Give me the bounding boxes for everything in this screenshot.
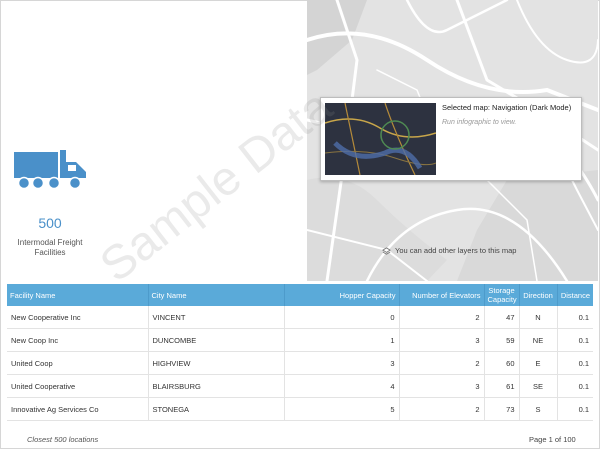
- distance-cell: 0.1: [557, 328, 593, 352]
- elevators-cell: 2: [399, 351, 485, 375]
- hopper-capacity-cell: 0: [284, 306, 400, 329]
- elevators-cell: 3: [399, 328, 485, 352]
- direction-cell: E: [519, 351, 558, 375]
- direction-cell: S: [519, 397, 558, 421]
- facility-name-cell: New Cooperative Inc: [7, 306, 149, 329]
- elevators-cell: 3: [399, 374, 485, 398]
- table-row[interactable]: New Cooperative Inc VINCENT 0 2 47 N 0.1: [7, 306, 593, 329]
- table-header: Facility Name City Name Hopper Capacity …: [7, 284, 593, 306]
- direction-cell: SE: [519, 374, 558, 398]
- column-header[interactable]: Hopper Capacity: [284, 284, 400, 306]
- distance-cell: 0.1: [557, 397, 593, 421]
- hopper-capacity-cell: 3: [284, 351, 400, 375]
- city-name-cell: BLAIRSBURG: [148, 374, 285, 398]
- storage-capacity-cell: 61: [484, 374, 520, 398]
- elevators-cell: 2: [399, 306, 485, 329]
- storage-capacity-cell: 59: [484, 328, 520, 352]
- table-row[interactable]: Innovative Ag Services Co STONEGA 5 2 73…: [7, 397, 593, 421]
- table-row[interactable]: United Coop HIGHVIEW 3 2 60 E 0.1: [7, 351, 593, 375]
- layers-icon: [382, 246, 391, 255]
- column-header[interactable]: City Name: [148, 284, 285, 306]
- layers-hint-text: You can add other layers to this map: [395, 246, 517, 255]
- storage-capacity-cell: 73: [484, 397, 520, 421]
- facility-name-cell: United Coop: [7, 351, 149, 375]
- kpi-value: 500: [38, 215, 62, 231]
- truck-icon: [14, 150, 86, 190]
- column-header[interactable]: Facility Name: [7, 284, 149, 306]
- storage-capacity-cell: 47: [484, 306, 520, 329]
- distance-cell: 0.1: [557, 306, 593, 329]
- facilities-table: Facility Name City Name Hopper Capacity …: [7, 284, 593, 421]
- storage-capacity-cell: 60: [484, 351, 520, 375]
- map-popup: Selected map: Navigation (Dark Mode) Run…: [320, 97, 582, 181]
- city-name-cell: DUNCOMBE: [148, 328, 285, 352]
- hopper-capacity-cell: 1: [284, 328, 400, 352]
- table-row[interactable]: United Cooperative BLAIRSBURG 4 3 61 SE …: [7, 374, 593, 398]
- facility-name-cell: New Coop Inc: [7, 328, 149, 352]
- city-name-cell: STONEGA: [148, 397, 285, 421]
- city-name-cell: HIGHVIEW: [148, 351, 285, 375]
- pagination-label[interactable]: Page 1 of 100: [529, 435, 576, 444]
- distance-cell: 0.1: [557, 351, 593, 375]
- city-name-cell: VINCENT: [148, 306, 285, 329]
- column-header[interactable]: Direction: [519, 284, 558, 306]
- popup-title: Selected map: Navigation (Dark Mode): [442, 103, 572, 112]
- direction-cell: NE: [519, 328, 558, 352]
- direction-cell: N: [519, 306, 558, 329]
- facility-name-cell: Innovative Ag Services Co: [7, 397, 149, 421]
- table-row[interactable]: New Coop Inc DUNCOMBE 1 3 59 NE 0.1: [7, 328, 593, 352]
- kpi-panel: 500 Intermodal Freight Facilities: [0, 0, 307, 281]
- hopper-capacity-cell: 4: [284, 374, 400, 398]
- kpi-label: Intermodal Freight Facilities: [17, 238, 83, 257]
- facility-name-cell: United Cooperative: [7, 374, 149, 398]
- column-header[interactable]: Distance: [557, 284, 593, 306]
- popup-subtitle: Run infographic to view.: [442, 119, 517, 126]
- distance-cell: 0.1: [557, 374, 593, 398]
- column-header[interactable]: Number of Elevators: [399, 284, 485, 306]
- hopper-capacity-cell: 5: [284, 397, 400, 421]
- layers-hint[interactable]: You can add other layers to this map: [382, 246, 516, 256]
- footer-location-count: Closest 500 locations: [27, 435, 99, 444]
- map-thumbnail: [325, 103, 436, 175]
- column-header[interactable]: Storage Capacity: [484, 284, 520, 306]
- elevators-cell: 2: [399, 397, 485, 421]
